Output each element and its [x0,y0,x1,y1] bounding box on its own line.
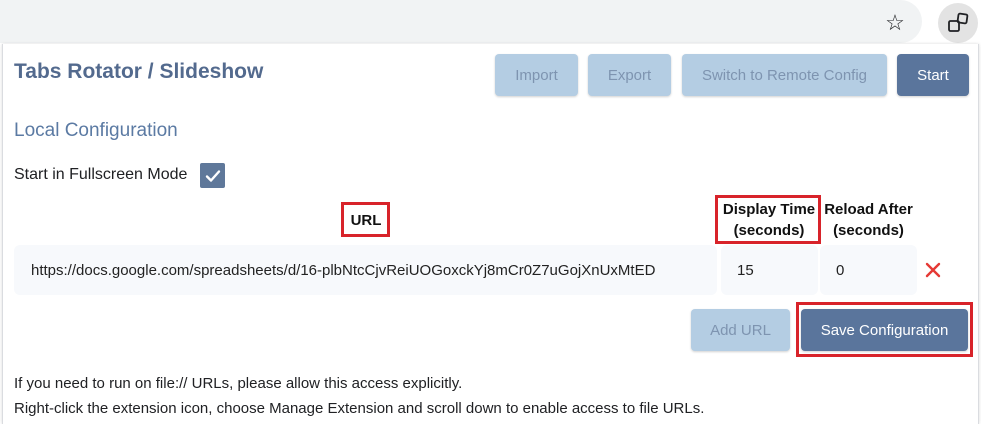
highlight-box [715,195,821,244]
info-text-line2: Right-click the extension icon, choose M… [14,400,705,417]
export-button[interactable]: Export [588,54,671,96]
star-icon[interactable]: ☆ [883,11,907,35]
check-icon [205,169,220,182]
reload-after-header: Reload After (seconds) [820,199,917,241]
popup-title: Tabs Rotator / Slideshow [14,60,264,83]
switch-remote-config-button[interactable]: Switch to Remote Config [682,54,887,96]
address-bar[interactable] [0,0,922,43]
import-button[interactable]: Import [495,54,578,96]
fullscreen-checkbox[interactable] [200,163,225,188]
delete-row-icon[interactable] [923,260,943,280]
highlight-box [341,202,390,237]
browser-toolbar: ☆ [0,0,981,44]
highlight-box [796,302,973,357]
add-url-button[interactable]: Add URL [691,309,790,351]
section-title: Local Configuration [14,120,178,141]
reload-after-input[interactable]: 0 [820,245,917,295]
display-time-value: 15 [737,261,754,279]
display-time-input[interactable]: 15 [721,245,818,295]
extension-popup: Tabs Rotator / Slideshow Import Export S… [2,44,979,424]
reload-after-header-line1: Reload After [824,201,913,218]
info-text-line1: If you need to run on file:// URLs, plea… [14,375,463,392]
start-button[interactable]: Start [897,54,969,96]
url-value: https://docs.google.com/spreadsheets/d/1… [31,261,656,279]
url-input[interactable]: https://docs.google.com/spreadsheets/d/1… [14,245,717,295]
extensions-icon [948,12,969,32]
reload-after-header-line2: (seconds) [833,222,904,239]
fullscreen-label: Start in Fullscreen Mode [14,166,188,183]
reload-after-value: 0 [836,261,845,279]
extensions-button[interactable] [938,3,978,43]
